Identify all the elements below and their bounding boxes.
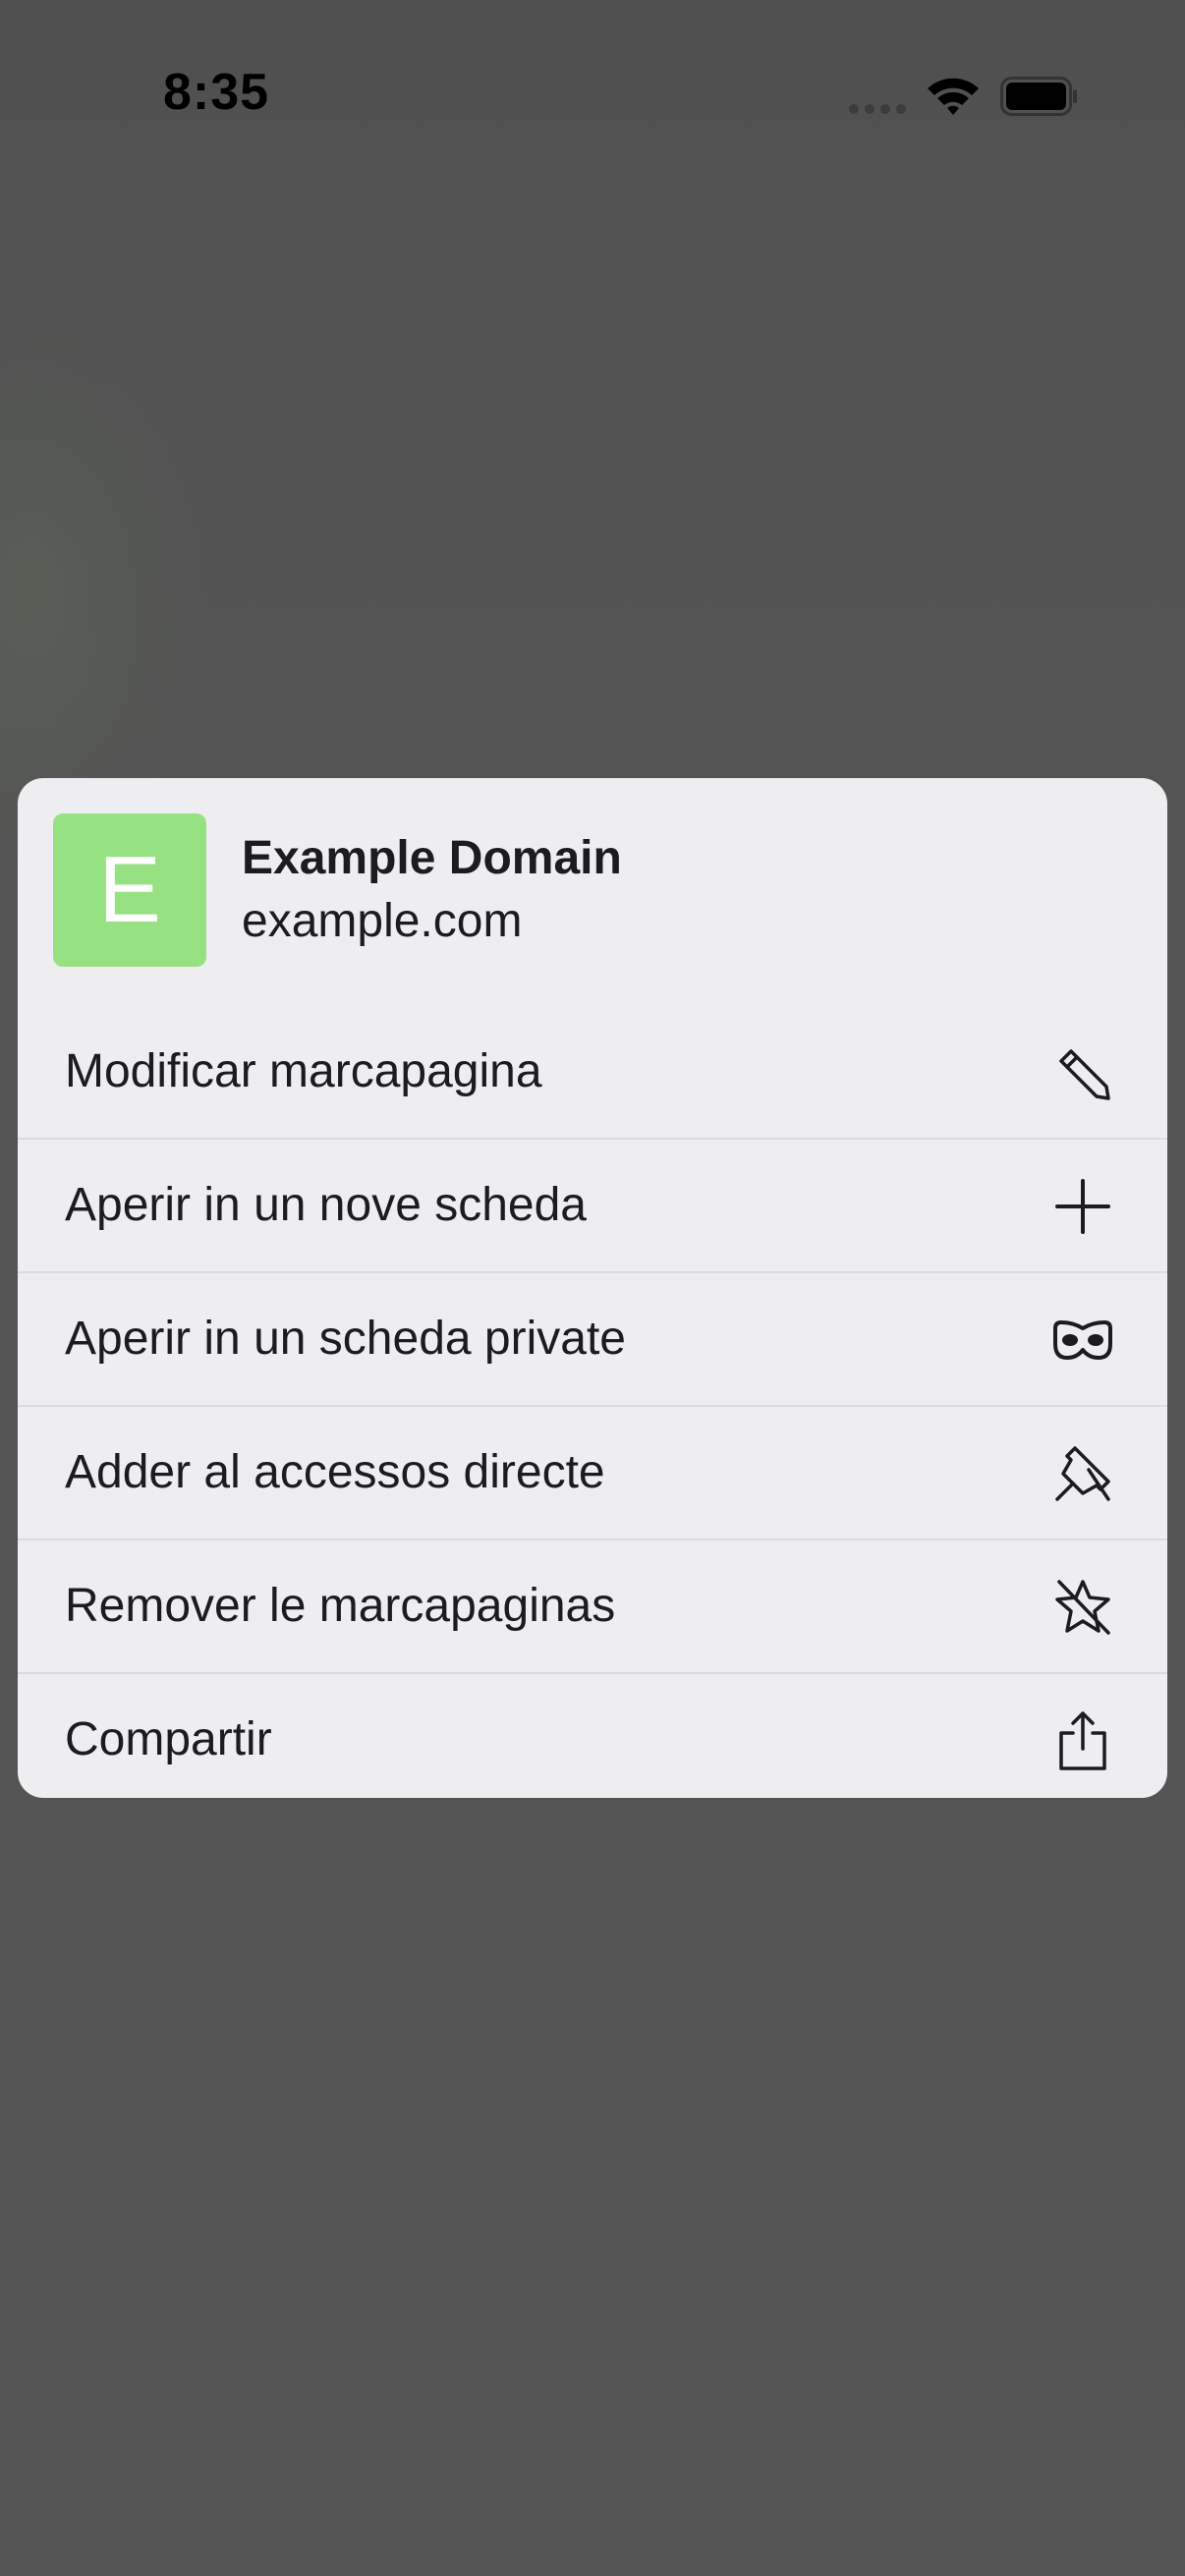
menu-item-remove-bookmark[interactable]: Remover le marcapaginas [18, 1540, 1167, 1672]
site-domain: example.com [242, 895, 523, 947]
pencil-icon [1059, 1049, 1110, 1100]
battery-icon [1000, 77, 1077, 116]
status-time: 8:35 [163, 64, 270, 121]
menu-item-add-shortcut[interactable]: Adder al accessos directe [18, 1407, 1167, 1539]
site-favicon: E [53, 813, 206, 967]
menu-item-share[interactable]: Compartir [18, 1674, 1167, 1798]
bookmark-context-menu: E Example Domain example.com Modificar m… [18, 778, 1167, 1798]
menu-item-label: Modificar marcapagina [65, 1045, 542, 1097]
plus-icon [1055, 1179, 1110, 1234]
signal-dots-icon [849, 104, 908, 114]
site-title: Example Domain [242, 832, 622, 884]
menu-preview-header: E Example Domain example.com [18, 778, 1167, 1006]
private-mask-icon [1053, 1320, 1112, 1360]
menu-item-label: Adder al accessos directe [65, 1446, 605, 1498]
menu-item-open-new-tab[interactable]: Aperir in un nove scheda [18, 1140, 1167, 1271]
star-slash-icon [1055, 1580, 1110, 1635]
menu-item-open-private-tab[interactable]: Aperir in un scheda private [18, 1273, 1167, 1405]
menu-item-label: Aperir in un scheda private [65, 1313, 626, 1365]
status-bar: 8:35 [0, 0, 1185, 138]
menu-item-edit-bookmark[interactable]: Modificar marcapagina [18, 1006, 1167, 1138]
menu-item-label: Remover le marcapaginas [65, 1580, 616, 1632]
menu-item-label: Aperir in un nove scheda [65, 1179, 587, 1231]
share-icon [1059, 1711, 1106, 1770]
wifi-icon [928, 78, 979, 115]
pin-icon [1055, 1446, 1110, 1501]
menu-item-label: Compartir [65, 1713, 272, 1765]
